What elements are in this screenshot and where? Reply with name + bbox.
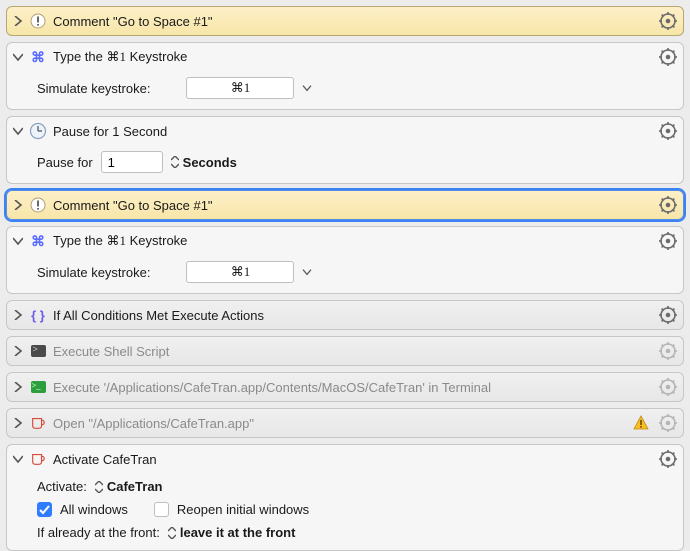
- action-header[interactable]: ⌘ Type the ⌘1 Keystroke: [7, 227, 683, 255]
- gear-icon[interactable]: [659, 196, 677, 214]
- app-icon: [29, 414, 47, 432]
- reopen-windows-label: Reopen initial windows: [177, 502, 309, 517]
- gear-icon[interactable]: [659, 232, 677, 250]
- warning-icon: [633, 415, 649, 431]
- pause-duration-field[interactable]: [101, 151, 163, 173]
- keystroke-field[interactable]: ⌘1: [186, 77, 294, 99]
- action-title: Execute Shell Script: [53, 344, 169, 359]
- disclosure-chevron-icon[interactable]: [13, 454, 23, 464]
- keyboard-icon: ⌘: [29, 232, 47, 250]
- action-header[interactable]: Open "/Applications/CafeTran.app": [7, 409, 683, 437]
- action-title: Type the ⌘1 Keystroke: [53, 233, 187, 249]
- disclosure-chevron-icon[interactable]: [13, 346, 23, 356]
- keyboard-icon: ⌘: [29, 48, 47, 66]
- keystroke-dropdown-icon[interactable]: [302, 81, 312, 95]
- braces-icon: { }: [29, 306, 47, 324]
- action-activate[interactable]: Activate CafeTran Activate: CafeTran All…: [6, 444, 684, 551]
- action-title: Open "/Applications/CafeTran.app": [53, 416, 254, 431]
- action-header[interactable]: Activate CafeTran: [7, 445, 683, 473]
- action-header[interactable]: Comment "Go to Space #1": [7, 7, 683, 35]
- gear-icon[interactable]: [659, 342, 677, 360]
- action-if_conditions[interactable]: { } If All Conditions Met Execute Action…: [6, 300, 684, 330]
- clock-icon: [29, 122, 47, 140]
- action-title: Activate CafeTran: [53, 452, 157, 467]
- action-title: Execute '/Applications/CafeTran.app/Cont…: [53, 380, 491, 395]
- disclosure-chevron-icon[interactable]: [13, 126, 23, 136]
- action-type_keystroke[interactable]: ⌘ Type the ⌘1 Keystroke Simulate keystro…: [6, 42, 684, 110]
- disclosure-chevron-icon[interactable]: [13, 200, 23, 210]
- gear-icon[interactable]: [659, 414, 677, 432]
- action-title: Pause for 1 Second: [53, 124, 167, 139]
- action-shell_green[interactable]: Execute '/Applications/CafeTran.app/Cont…: [6, 372, 684, 402]
- keystroke-field[interactable]: ⌘1: [186, 261, 294, 283]
- action-header[interactable]: Execute Shell Script: [7, 337, 683, 365]
- disclosure-chevron-icon[interactable]: [13, 382, 23, 392]
- disclosure-chevron-icon[interactable]: [13, 418, 23, 428]
- activate-label: Activate:: [37, 479, 87, 494]
- app-icon: [29, 450, 47, 468]
- pause-for-label: Pause for: [37, 155, 93, 170]
- action-title: Comment "Go to Space #1": [53, 14, 213, 29]
- reopen-windows-checkbox[interactable]: [154, 502, 169, 517]
- action-header[interactable]: Comment "Go to Space #1": [7, 191, 683, 219]
- action-pause[interactable]: Pause for 1 Second Pause for Seconds: [6, 116, 684, 184]
- action-comment[interactable]: Comment "Go to Space #1": [6, 6, 684, 36]
- action-title: Comment "Go to Space #1": [53, 198, 213, 213]
- activate-app-picker[interactable]: CafeTran: [95, 479, 163, 494]
- gear-icon[interactable]: [659, 48, 677, 66]
- comment-icon: [29, 196, 47, 214]
- disclosure-chevron-icon[interactable]: [13, 52, 23, 62]
- action-open_app[interactable]: Open "/Applications/CafeTran.app": [6, 408, 684, 438]
- action-header[interactable]: ⌘ Type the ⌘1 Keystroke: [7, 43, 683, 71]
- action-header[interactable]: Pause for 1 Second: [7, 117, 683, 145]
- terminal-icon: [29, 342, 47, 360]
- gear-icon[interactable]: [659, 450, 677, 468]
- action-title: Type the ⌘1 Keystroke: [53, 49, 187, 65]
- disclosure-chevron-icon[interactable]: [13, 16, 23, 26]
- gear-icon[interactable]: [659, 306, 677, 324]
- front-behavior-label: If already at the front:: [37, 525, 160, 540]
- action-title: If All Conditions Met Execute Actions: [53, 308, 264, 323]
- simulate-keystroke-label: Simulate keystroke:: [37, 81, 150, 96]
- keystroke-dropdown-icon[interactable]: [302, 265, 312, 279]
- all-windows-checkbox[interactable]: [37, 502, 52, 517]
- simulate-keystroke-label: Simulate keystroke:: [37, 265, 150, 280]
- action-shell[interactable]: Execute Shell Script: [6, 336, 684, 366]
- disclosure-chevron-icon[interactable]: [13, 236, 23, 246]
- gear-icon[interactable]: [659, 378, 677, 396]
- action-comment[interactable]: Comment "Go to Space #1": [6, 190, 684, 220]
- comment-icon: [29, 12, 47, 30]
- pause-unit-stepper[interactable]: Seconds: [171, 155, 237, 170]
- action-type_keystroke[interactable]: ⌘ Type the ⌘1 Keystroke Simulate keystro…: [6, 226, 684, 294]
- action-header[interactable]: { } If All Conditions Met Execute Action…: [7, 301, 683, 329]
- front-behavior-stepper[interactable]: leave it at the front: [168, 525, 296, 540]
- gear-icon[interactable]: [659, 122, 677, 140]
- gear-icon[interactable]: [659, 12, 677, 30]
- terminal-green-icon: [29, 378, 47, 396]
- action-header[interactable]: Execute '/Applications/CafeTran.app/Cont…: [7, 373, 683, 401]
- disclosure-chevron-icon[interactable]: [13, 310, 23, 320]
- all-windows-label: All windows: [60, 502, 128, 517]
